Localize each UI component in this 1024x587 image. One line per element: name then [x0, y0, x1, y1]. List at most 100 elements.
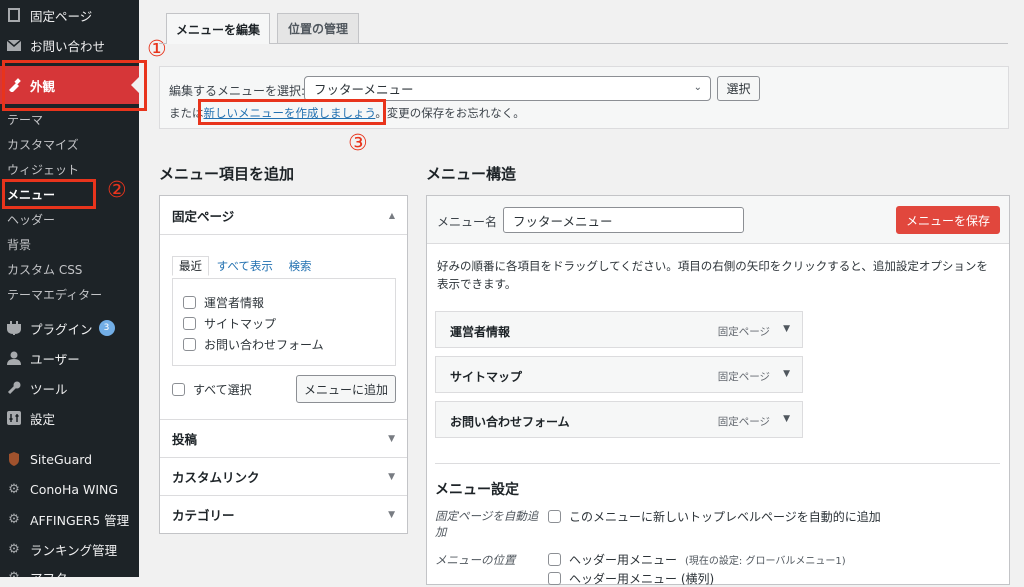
expand-down-icon: ▼ [388, 509, 395, 520]
sidebar-item-affiliate[interactable]: ⚙ アフタ [0, 565, 139, 578]
location-checkbox[interactable] [548, 553, 561, 566]
location-option-header[interactable]: ヘッダー用メニュー (現在の設定: グローバルメニュー1) [548, 551, 846, 568]
select-all-checkbox[interactable] [172, 383, 185, 396]
checkbox[interactable] [183, 296, 196, 309]
page-icon [6, 7, 22, 23]
gear-icon: ⚙ [8, 569, 20, 578]
sidebar-item-siteguard[interactable]: SiteGuard [0, 447, 139, 471]
item-label: サイトマップ [204, 317, 277, 331]
submenu-theme-editor[interactable]: テーマエディター [7, 286, 102, 303]
auto-add-option[interactable]: このメニューに新しいトップレベルページを自動的に追加 [548, 508, 881, 525]
sidebar-item-label: プラグイン [30, 321, 93, 337]
gear-icon: ⚙ [8, 481, 20, 497]
menu-item[interactable]: サイトマップ 固定ページ ▼ [435, 356, 803, 393]
expand-down-icon: ▼ [388, 471, 395, 482]
custom-links-section-title[interactable]: カスタムリンク ▼ [160, 458, 407, 495]
posts-section-title[interactable]: 投稿 ▼ [160, 420, 407, 457]
siteguard-icon [6, 451, 22, 467]
sidebar-item-label: SiteGuard [30, 451, 93, 467]
categories-section-label: カテゴリー [172, 508, 235, 523]
select-all-label: すべて選択 [193, 383, 252, 397]
sidebar-item-label: お問い合わせ [30, 38, 106, 54]
sidebar-item-label: ランキング管理 [30, 542, 118, 558]
list-item[interactable]: 運営者情報 [183, 294, 264, 311]
create-new-menu-link[interactable]: 新しいメニューを作成しましょう [204, 106, 376, 120]
sidebar-item-label: 外観 [30, 78, 56, 94]
pages-section-title[interactable]: 固定ページ ▲ [160, 196, 407, 234]
add-to-menu-button[interactable]: メニューに追加 [296, 375, 396, 403]
sidebar-item-conoha[interactable]: ⚙ ConoHa WING [0, 477, 139, 501]
chevron-down-icon: ⌄ [693, 82, 702, 93]
mail-icon [6, 37, 22, 53]
list-item[interactable]: お問い合わせフォーム [183, 336, 324, 353]
add-items-heading: メニュー項目を追加 [159, 165, 295, 183]
select-button[interactable]: 選択 [717, 76, 760, 101]
menu-item[interactable]: 運営者情報 固定ページ ▼ [435, 311, 803, 348]
submenu-widgets[interactable]: ウィジェット [7, 161, 79, 178]
location-label: ヘッダー用メニュー [569, 553, 678, 567]
menu-name-input[interactable]: フッターメニュー [503, 207, 744, 233]
menu-item-type: 固定ページ [717, 371, 770, 383]
sidebar-item-appearance[interactable]: 外観 [0, 66, 139, 104]
submenu-header[interactable]: ヘッダー [7, 211, 55, 228]
menu-location-label: メニューの位置 [435, 553, 516, 567]
update-count-badge: 3 [98, 320, 115, 336]
menu-structure-heading: メニュー構造 [426, 165, 517, 183]
tab-search[interactable]: 検索 [289, 259, 312, 273]
expand-down-icon[interactable]: ▼ [783, 324, 790, 334]
collapse-up-icon: ▲ [388, 210, 395, 220]
tab-edit-menus[interactable]: メニューを編集 [166, 13, 270, 44]
sidebar-item-settings[interactable]: 設定 [0, 406, 139, 430]
expand-down-icon[interactable]: ▼ [783, 369, 790, 379]
submenu-customize[interactable]: カスタマイズ [7, 136, 79, 153]
sidebar-item-users[interactable]: ユーザー [0, 346, 139, 370]
select-menu-label: 編集するメニューを選択: [169, 84, 306, 98]
submenu-custom-css[interactable]: カスタム CSS [7, 261, 82, 278]
save-reminder-text: 。変更の保存をお忘れなく。 [375, 106, 525, 120]
sidebar-item-plugins[interactable]: プラグイン 3 [0, 316, 139, 340]
sidebar-item-contact[interactable]: お問い合わせ [0, 33, 139, 57]
tab-recent[interactable]: 最近 [172, 256, 209, 276]
add-items-panel: 固定ページ ▲ 最近 すべて表示 検索 運営者情報 サイトマップ お問い合わせフ… [159, 195, 408, 534]
tab-manage-locations[interactable]: 位置の管理 [277, 13, 359, 43]
menu-name-label: メニュー名 [437, 215, 498, 229]
save-menu-button[interactable]: メニューを保存 [896, 206, 1000, 234]
user-icon [6, 350, 22, 366]
gear-icon: ⚙ [8, 541, 20, 557]
sidebar-item-affinger[interactable]: ⚙ AFFINGER5 管理 [0, 507, 139, 531]
checkbox[interactable] [183, 338, 196, 351]
location-checkbox[interactable] [548, 572, 561, 585]
admin-sidebar: 固定ページ お問い合わせ 外観 テーマ カスタマイズ ウィジェット メニュー ヘ… [0, 0, 139, 577]
categories-section-title[interactable]: カテゴリー ▼ [160, 496, 407, 533]
item-label: お問い合わせフォーム [204, 338, 324, 352]
pages-section-label: 固定ページ [172, 208, 235, 224]
submenu-background[interactable]: 背景 [7, 236, 31, 253]
sidebar-item-label: 設定 [30, 411, 56, 427]
item-label: 運営者情報 [204, 296, 265, 310]
menu-select[interactable]: フッターメニュー ⌄ [304, 76, 711, 101]
sidebar-item-tools[interactable]: ツール [0, 376, 139, 400]
auto-add-checkbox[interactable] [548, 510, 561, 523]
location-label: ヘッダー用メニュー (横列) [569, 572, 715, 586]
expand-down-icon[interactable]: ▼ [783, 414, 790, 424]
menu-item-title: サイトマップ [450, 370, 523, 384]
sidebar-item-ranking[interactable]: ⚙ ランキング管理 [0, 537, 139, 561]
menu-item-title: 運営者情報 [450, 325, 511, 339]
menu-item[interactable]: お問い合わせフォーム 固定ページ ▼ [435, 401, 803, 438]
select-all[interactable]: すべて選択 [172, 381, 252, 398]
sidebar-item-label: AFFINGER5 管理 [30, 512, 130, 528]
sidebar-item-pages[interactable]: 固定ページ [0, 3, 139, 27]
checkbox[interactable] [183, 317, 196, 330]
menu-settings-heading: メニュー設定 [435, 482, 519, 498]
submenu-menus[interactable]: メニュー [7, 186, 55, 203]
divider [160, 234, 407, 235]
location-option-header-row[interactable]: ヘッダー用メニュー (横列) [548, 570, 714, 587]
menu-item-title: お問い合わせフォーム [450, 415, 570, 429]
current-arrow [131, 77, 139, 93]
sidebar-item-label: ConoHa WING [30, 481, 119, 497]
list-item[interactable]: サイトマップ [183, 315, 276, 332]
submenu-themes[interactable]: テーマ [7, 111, 43, 128]
annotation-marker-1: ① [147, 37, 167, 62]
sidebar-item-label: アフタ [30, 568, 68, 578]
tab-view-all[interactable]: すべて表示 [217, 259, 273, 273]
